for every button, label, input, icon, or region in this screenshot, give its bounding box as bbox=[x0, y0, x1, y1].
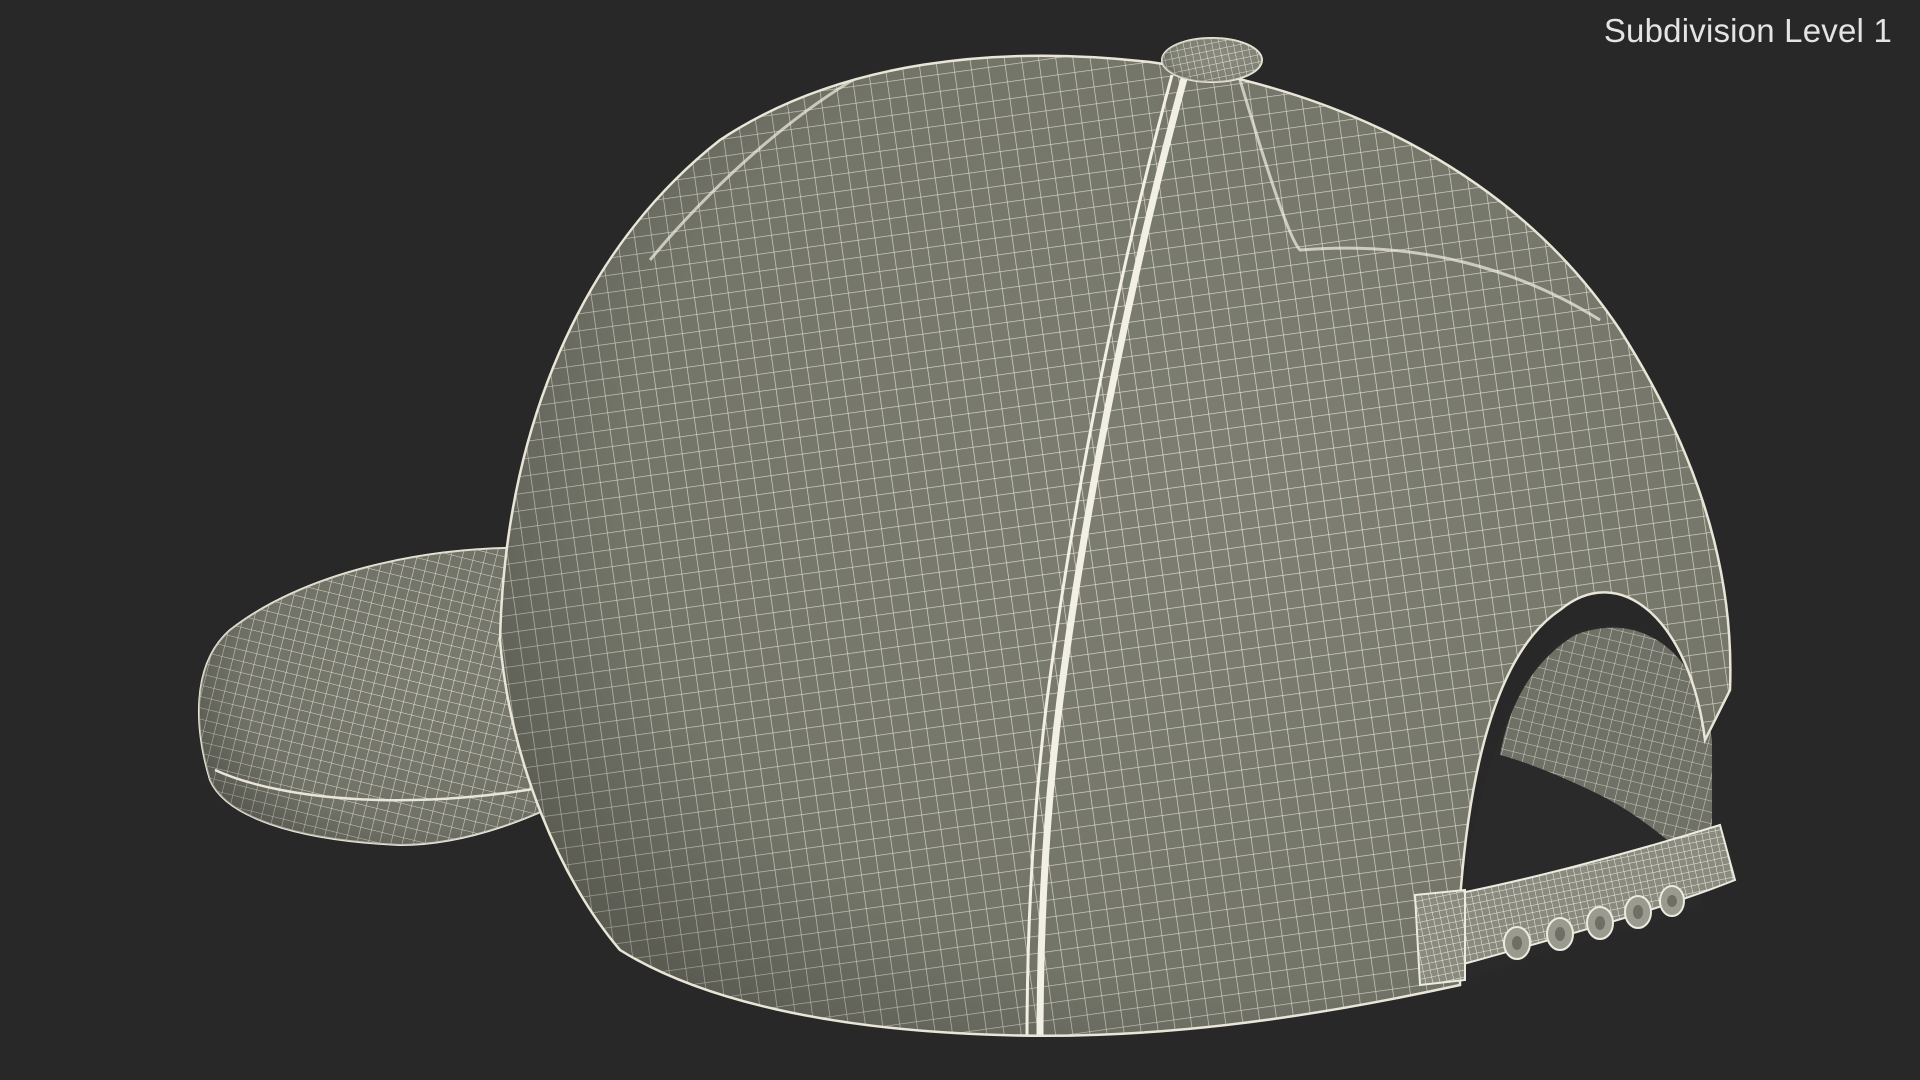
cap-wireframe-model bbox=[197, 37, 1737, 1038]
cap-top-button bbox=[1161, 37, 1263, 83]
render-viewport: Subdivision Level 1 bbox=[0, 0, 1920, 1080]
subdivision-level-label: Subdivision Level 1 bbox=[1603, 12, 1892, 49]
